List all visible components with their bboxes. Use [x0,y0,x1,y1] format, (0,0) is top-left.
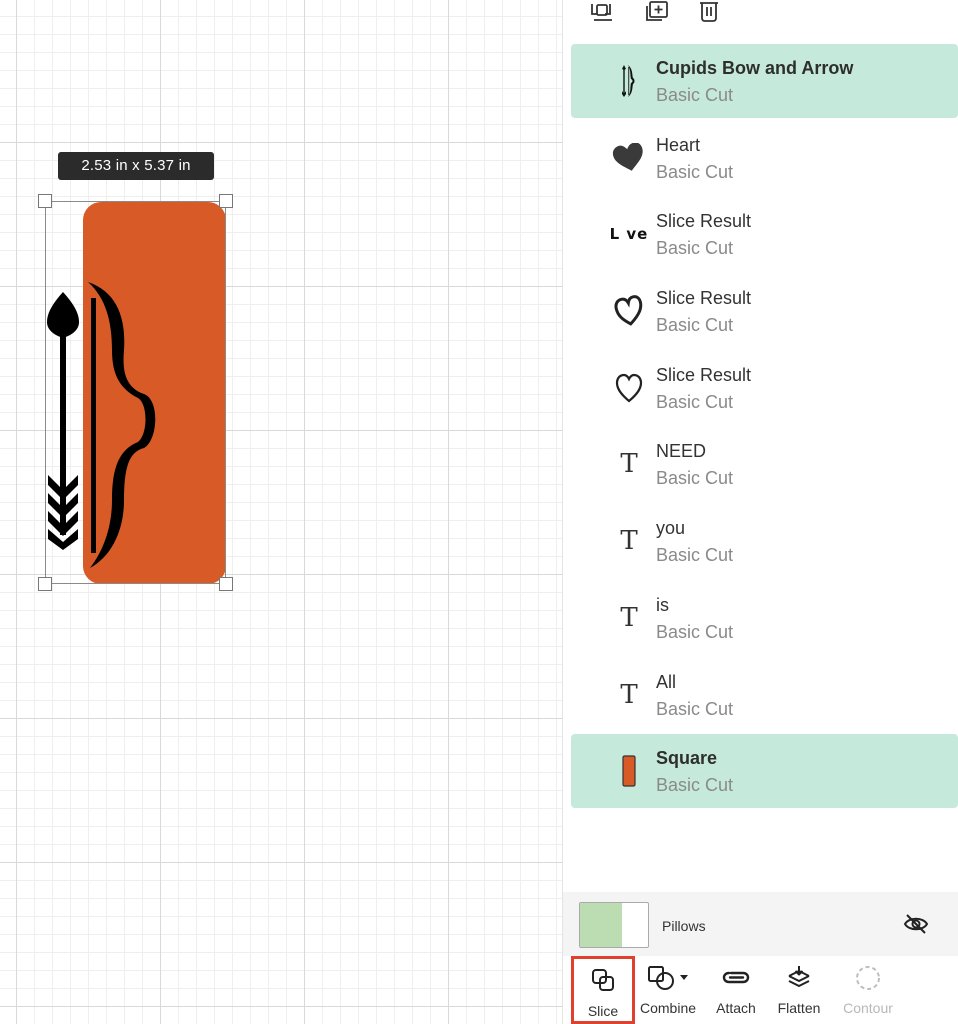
contour-label: Contour [843,1000,893,1016]
layer-item-heart[interactable]: Heart Basic Cut [571,121,958,195]
square-shape-icon [609,752,649,790]
layer-operation: Basic Cut [656,621,734,642]
canvas-layer-row[interactable]: Pillows [563,892,958,956]
slice-icon [574,967,632,995]
design-canvas[interactable]: 2.53 in x 5.37 in [0,0,562,1024]
text-icon: T [620,449,638,480]
text-icon: T [620,602,638,633]
heart-outline-bold-icon [609,292,649,330]
layer-operation: Basic Cut [656,391,734,412]
lve-text-thumbnail: L ve [609,225,649,244]
layer-name: Slice Result [656,364,752,385]
slice-button[interactable]: Slice [571,956,635,1024]
layer-item-all[interactable]: T All Basic Cut [571,658,958,732]
text-icon: T [620,679,638,710]
duplicate-icon[interactable] [643,0,671,24]
layer-operation: Basic Cut [656,775,734,796]
bow-arrow-icon [609,62,649,100]
layer-item-slice-result-heart-bold[interactable]: Slice Result Basic Cut [571,274,958,348]
layer-item-slice-result-lve[interactable]: L ve Slice Result Basic Cut [571,197,958,271]
layer-name: you [656,518,686,539]
layer-operation: Basic Cut [656,161,734,182]
layer-item-need[interactable]: T NEED Basic Cut [571,427,958,501]
resize-handle-top-left[interactable] [38,194,52,208]
canvas-thumbnail [579,902,649,948]
layer-list: Cupids Bow and Arrow Basic Cut Heart Bas… [571,44,958,811]
size-tooltip: 2.53 in x 5.37 in [58,152,214,180]
layer-operation: Basic Cut [656,315,734,336]
resize-handle-top-right[interactable] [219,194,233,208]
layer-name: Heart [656,134,701,155]
layers-toolbar [563,0,958,36]
layer-name: Cupids Bow and Arrow [656,58,854,78]
flatten-icon [769,964,829,992]
resize-handle-bottom-right[interactable] [219,577,233,591]
heart-outline-icon [609,369,649,407]
layer-item-you[interactable]: T you Basic Cut [571,504,958,578]
combine-icon [635,964,701,992]
layer-name: is [656,594,669,615]
layer-name: All [656,671,677,692]
layer-item-is[interactable]: T is Basic Cut [571,581,958,655]
combine-label: Combine [639,1000,697,1016]
layer-item-cupids-bow-and-arrow[interactable]: Cupids Bow and Arrow Basic Cut [571,44,958,118]
layer-operation: Basic Cut [656,238,734,259]
flatten-label: Flatten [777,1000,821,1016]
layer-actions-bar: Slice Combine Attach Flatten Contour [563,956,958,1024]
layer-name: Slice Result [656,288,752,309]
combine-button[interactable]: Combine [635,956,701,1024]
group-icon[interactable] [589,0,617,24]
canvas-layer-label: Pillows [662,918,706,934]
pillow-image [580,903,622,947]
layer-operation: Basic Cut [656,468,734,489]
layer-item-slice-result-heart[interactable]: Slice Result Basic Cut [571,351,958,425]
layer-name: NEED [656,441,707,462]
contour-button[interactable]: Contour [835,956,901,1024]
layer-name: Slice Result [656,211,752,232]
eye-slash-icon[interactable] [903,914,929,934]
slice-label: Slice [587,1003,619,1019]
text-icon: T [620,526,638,557]
trash-icon[interactable] [695,0,723,24]
contour-icon [835,964,901,992]
resize-handle-bottom-left[interactable] [38,577,52,591]
layers-panel: Cupids Bow and Arrow Basic Cut Heart Bas… [562,0,958,1024]
attach-label: Attach [716,1000,756,1016]
layer-name: Square [656,748,718,769]
layer-operation: Basic Cut [656,85,734,105]
layer-operation: Basic Cut [656,545,734,566]
layer-item-square[interactable]: Square Basic Cut [571,734,958,809]
flatten-button[interactable]: Flatten [769,956,829,1024]
attach-icon [705,964,767,992]
selection-bounding-box [45,201,226,584]
layer-operation: Basic Cut [656,698,734,719]
heart-filled-icon [609,139,649,177]
attach-button[interactable]: Attach [705,956,767,1024]
